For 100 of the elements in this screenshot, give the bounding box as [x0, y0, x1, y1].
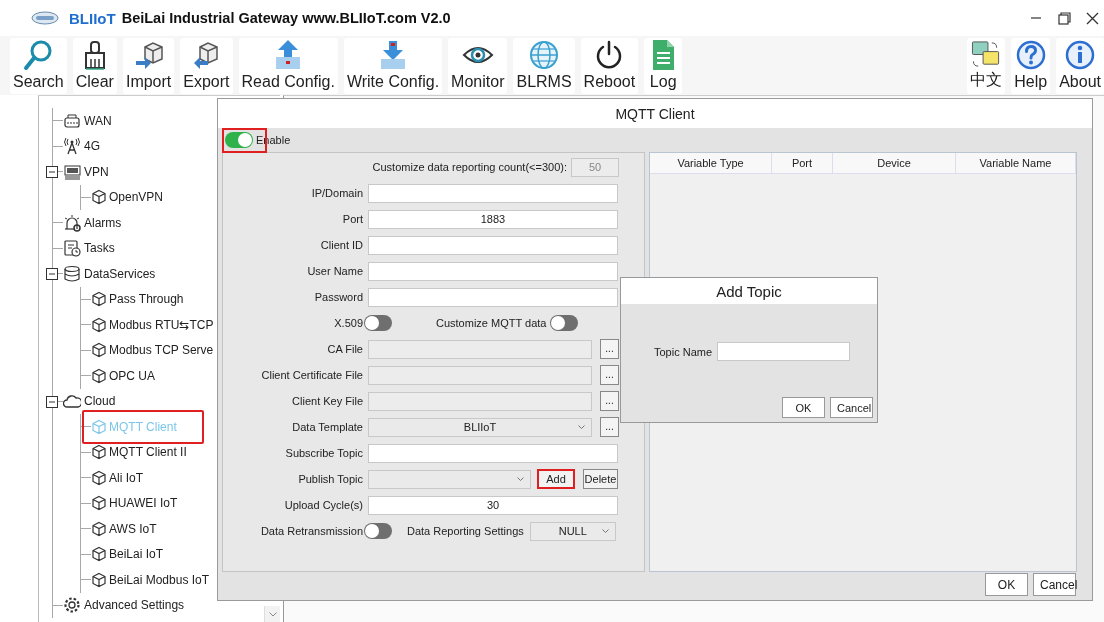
collapse-icon[interactable] — [46, 268, 58, 280]
input-field[interactable] — [368, 183, 618, 203]
tree-item[interactable]: WAN — [84, 113, 112, 128]
tree-item[interactable]: BeiLai Modbus IoT — [109, 572, 210, 587]
tree-item[interactable]: BeiLai IoT — [109, 547, 164, 562]
cloud-icon — [63, 392, 81, 411]
tree-item[interactable]: Cloud — [84, 394, 116, 409]
tree-item[interactable]: VPN — [84, 164, 109, 179]
chevron-down-icon — [601, 528, 609, 534]
tree-item[interactable]: 4G — [84, 139, 100, 154]
cube-icon — [91, 367, 107, 384]
toggle-switch[interactable] — [550, 315, 579, 331]
tree-item[interactable]: HUAWEI IoT — [109, 496, 178, 511]
column-header: Variable Type — [650, 153, 772, 173]
toolbar-button[interactable]: Log — [644, 38, 683, 94]
dialog-button[interactable]: OK — [782, 397, 825, 418]
toolbar-button[interactable]: Clear — [72, 38, 117, 94]
collapse-icon[interactable] — [46, 166, 58, 178]
dialog-button[interactable]: OK — [985, 573, 1028, 596]
toolbar-button[interactable]: Write Config. — [343, 38, 443, 94]
dropdown[interactable]: BLIIoT — [368, 417, 592, 437]
help-icon — [1014, 39, 1047, 71]
antenna-icon — [63, 137, 81, 156]
restore-icon — [1057, 11, 1071, 25]
field-label: Subscribe Topic — [284, 447, 363, 459]
field-label: CA File — [326, 343, 363, 355]
cube-icon — [91, 571, 107, 588]
gateway-logo — [31, 11, 59, 25]
database-icon — [63, 264, 81, 283]
input-field[interactable] — [368, 261, 618, 281]
input-field[interactable] — [368, 287, 618, 307]
chevron-down-icon — [268, 611, 277, 617]
column-header: Port — [772, 153, 833, 173]
toolbar-button[interactable]: 中文 — [967, 38, 1006, 94]
dropdown[interactable]: NULL — [529, 521, 616, 541]
cube-icon — [91, 418, 107, 435]
toolbar-button[interactable]: Reboot — [580, 38, 639, 94]
cube-icon — [91, 444, 107, 461]
cube-icon — [91, 546, 107, 563]
toggle-switch[interactable] — [364, 523, 392, 539]
tree-item[interactable]: DataServices — [84, 266, 156, 281]
toolbar-button[interactable]: Import — [122, 38, 175, 94]
tree-item[interactable]: Pass Through — [109, 292, 184, 307]
toolbar-button[interactable]: BLRMS — [513, 38, 575, 94]
column-header: Device — [833, 153, 956, 173]
topic-button[interactable]: Delete — [583, 469, 618, 489]
tree-item[interactable]: AWS IoT — [109, 521, 157, 536]
toggle-switch[interactable] — [364, 315, 392, 331]
cube-icon — [91, 189, 107, 206]
input-field[interactable]: 1883 — [368, 209, 618, 229]
window-title: BeiLai Industrial Gateway www.BLIIoT.com V2.0 — [121, 10, 451, 26]
switch-label: X.509 — [333, 317, 363, 329]
tree-item[interactable]: Advanced Settings — [84, 598, 185, 613]
switch-label: Data Retransmission — [259, 525, 363, 537]
dropdown[interactable] — [368, 469, 531, 489]
tree-item[interactable]: MQTT Client II — [109, 445, 187, 460]
input-field[interactable]: 30 — [368, 495, 618, 515]
field-label: Port — [341, 213, 363, 225]
field-label: User Name — [306, 265, 363, 277]
toolbar-button[interactable]: Monitor — [448, 38, 508, 94]
dialog-button[interactable]: Cancel — [830, 397, 873, 418]
toolbar-button[interactable]: About — [1056, 38, 1104, 94]
input-field[interactable] — [368, 443, 618, 463]
alarm-light-icon — [63, 213, 81, 232]
collapse-icon[interactable] — [46, 395, 58, 408]
task-clock-icon — [63, 239, 81, 258]
dialog-title: Add Topic — [716, 282, 782, 300]
toolbar-button[interactable]: Help — [1011, 38, 1051, 94]
chevron-down-icon — [517, 476, 524, 482]
field-label: Data Template — [291, 421, 363, 433]
chevron-down-icon — [578, 424, 585, 430]
field-label: IP/Domain — [310, 187, 363, 199]
topic-button[interactable]: Add — [537, 469, 575, 489]
field-label: Upload Cycle(s) — [283, 499, 363, 511]
gear-icon — [63, 596, 81, 615]
tree-item[interactable]: Modbus TCP Serve — [109, 343, 214, 358]
tree-item[interactable]: Modbus RTU⇆TCP — [109, 317, 214, 332]
toggle-switch[interactable] — [225, 132, 253, 148]
toolbar-button[interactable]: Read Config. — [238, 38, 338, 94]
tree-item[interactable]: Ali IoT — [109, 470, 143, 485]
column-header: Variable Name — [956, 153, 1076, 173]
browse-button[interactable]: ... — [600, 417, 619, 437]
field-label: Data Reporting Settings — [407, 525, 524, 537]
dialog-button[interactable]: Cancel — [1033, 573, 1076, 596]
input-field[interactable] — [368, 235, 618, 255]
close-icon — [1085, 11, 1099, 25]
globe-icon — [528, 39, 561, 71]
toolbar-button[interactable]: Search — [10, 38, 67, 94]
input-field[interactable] — [717, 342, 851, 361]
field-label: Topic Name — [654, 345, 713, 358]
tree-item[interactable]: Tasks — [84, 241, 115, 256]
tree-item[interactable]: OPC UA — [109, 368, 155, 383]
scrollbar[interactable] — [264, 606, 280, 622]
cube-icon — [91, 316, 107, 333]
tree-item[interactable]: Alarms — [84, 215, 122, 230]
toolbar-button[interactable]: Export — [180, 38, 233, 94]
tree-item[interactable]: OpenVPN — [109, 190, 164, 205]
cube-icon — [91, 291, 107, 308]
cube-icon — [91, 495, 107, 512]
field-label: Password — [313, 291, 363, 303]
